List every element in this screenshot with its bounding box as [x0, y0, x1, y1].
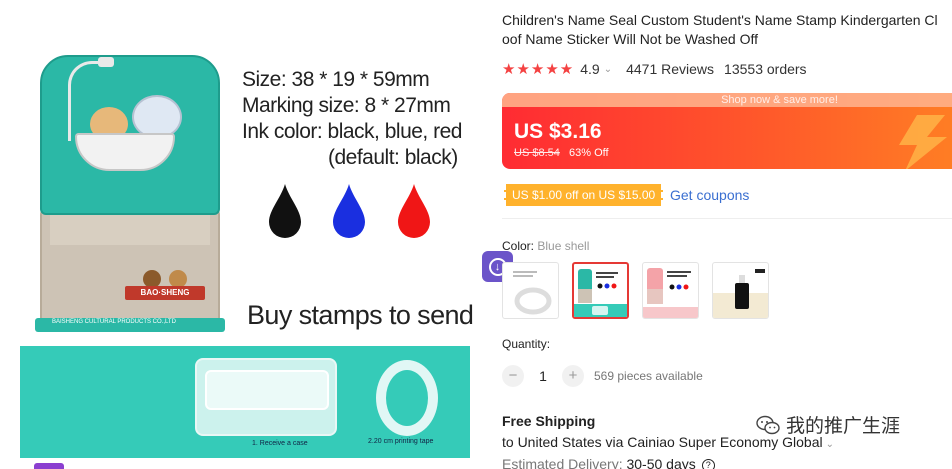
wechat-watermark: 我的推广生涯 — [756, 411, 900, 438]
accessories-band: 1. Receive a case 2.20 cm printing tape — [20, 346, 470, 458]
rating-row: ★★★★★ 4.9 ⌄ 4471 Reviews 13553 orders — [502, 60, 807, 78]
ink-drop-black — [269, 184, 301, 238]
quantity-input[interactable]: 1 — [524, 368, 562, 384]
coupon-tag[interactable]: US $1.00 off on US $15.00 — [504, 184, 664, 206]
original-price: US $8.54 — [514, 147, 560, 159]
spec-size: Size: 38 * 19 * 59mm — [242, 68, 430, 91]
ink-drop-red — [398, 184, 430, 238]
stamp-neck — [50, 215, 210, 245]
spec-ink-color: Ink color: black, blue, red — [242, 120, 462, 143]
blue-shell-swatch-image — [574, 269, 627, 317]
delivery-value: 30-50 days — [626, 456, 696, 469]
product-main-image[interactable]: BAO·SHENG BAISHENG CULTURAL PRODUCTS CO.… — [0, 0, 478, 469]
price-promo-strip: Shop now & save more! — [502, 93, 952, 107]
quantity-decrease-button[interactable]: − — [502, 365, 524, 387]
ink-bottle-swatch-image — [713, 269, 768, 318]
product-title: Children's Name Seal Custom Student's Na… — [502, 11, 952, 49]
plastic-case — [195, 358, 337, 436]
delivery-label: Estimated Delivery: — [502, 456, 623, 469]
quantity-increase-button[interactable]: + — [562, 365, 584, 387]
rating-value[interactable]: 4.9 — [580, 61, 599, 77]
color-swatch-blue-shell[interactable] — [572, 262, 629, 319]
wechat-icon — [756, 415, 780, 434]
reviews-link[interactable]: 4471 Reviews — [626, 61, 714, 77]
get-coupons-link[interactable]: Get coupons — [670, 187, 749, 203]
quantity-label: Quantity: — [502, 337, 551, 351]
spec-default-color: (default: black) — [328, 146, 458, 169]
color-swatch-ink[interactable] — [712, 262, 769, 319]
color-swatch-clear[interactable] — [502, 262, 559, 319]
shower-head — [98, 57, 114, 67]
gallery-thumbnail-edge[interactable] — [34, 463, 64, 469]
watermark-text: 我的推广生涯 — [786, 416, 901, 437]
quantity-available: 569 pieces available — [594, 369, 703, 383]
product-title-line1: Children's Name Seal Custom Student's Na… — [502, 12, 938, 28]
color-swatch-pink-shell[interactable] — [642, 262, 699, 319]
spec-marking-size: Marking size: 8 * 27mm — [242, 94, 451, 117]
stamp-illustration: BAO·SHENG BAISHENG CULTURAL PRODUCTS CO.… — [35, 55, 225, 335]
brand-logo: BAO·SHENG — [125, 270, 205, 302]
chevron-down-icon[interactable]: ⌄ — [604, 64, 612, 75]
current-price: US $3.16 — [514, 120, 602, 143]
case-lid — [205, 370, 329, 410]
free-shipping-title: Free Shipping — [502, 413, 596, 429]
pink-shell-swatch-image — [643, 268, 698, 318]
quantity-stepper: − 1 + 569 pieces available — [502, 364, 703, 388]
ink-drop-blue — [333, 184, 365, 238]
estimated-delivery: Estimated Delivery: 30-50 days? — [502, 456, 715, 469]
color-label: Color: Blue shell — [502, 239, 589, 253]
tape-swatch-image — [513, 271, 552, 315]
caption-case: 1. Receive a case — [252, 440, 308, 447]
section-divider — [502, 218, 952, 219]
discount-percent: 63% Off — [569, 147, 609, 159]
logo-ribbon: BAO·SHENG — [125, 286, 205, 300]
question-circle-icon[interactable]: ? — [701, 459, 715, 469]
chevron-down-icon[interactable]: ⌄ — [826, 439, 834, 450]
price-banner: Shop now & save more! US $3.16 US $8.54 … — [502, 93, 952, 169]
orders-count: 13553 orders — [724, 61, 807, 77]
caption-tape: 2.20 cm printing tape — [368, 438, 434, 445]
buy-stamps-text: Buy stamps to send — [247, 300, 474, 330]
rating-stars-icon: ★★★★★ — [502, 61, 575, 78]
stamp-plate-text: BAISHENG CULTURAL PRODUCTS CO.,LTD — [52, 319, 176, 325]
product-title-line2: oof Name Sticker Will Not be Washed Off — [502, 31, 758, 47]
color-selected-value: Blue shell — [537, 239, 590, 253]
printing-tape-roll — [376, 360, 438, 436]
lightning-bolt-icon — [899, 115, 947, 169]
